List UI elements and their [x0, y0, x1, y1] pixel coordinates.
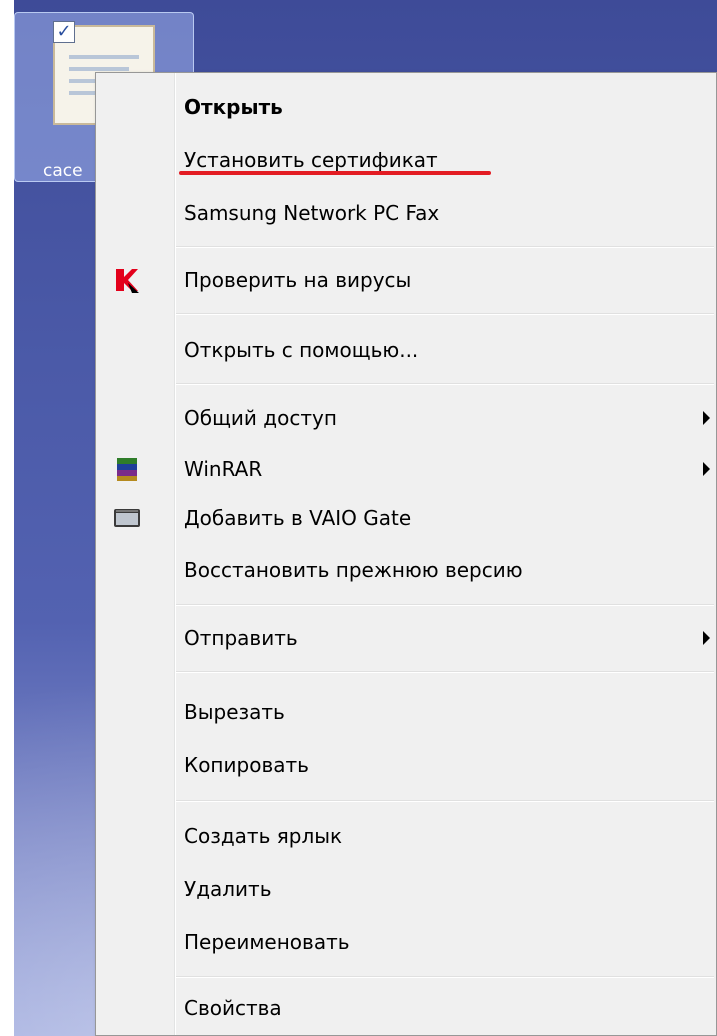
menu-item-cut[interactable]: Вырезать	[96, 690, 716, 734]
menu-item-restore-previous[interactable]: Восстановить прежнюю версию	[96, 548, 716, 592]
menu-item-install-certificate[interactable]: Установить сертификат	[96, 138, 716, 182]
menu-item-rename[interactable]: Переименовать	[96, 920, 716, 964]
context-menu: Открыть Установить сертификат Samsung Ne…	[95, 72, 717, 1036]
menu-item-label: Проверить на вирусы	[184, 268, 412, 292]
select-checkbox[interactable]: ✓	[53, 21, 75, 43]
menu-separator	[176, 976, 714, 978]
menu-item-label: Восстановить прежнюю версию	[184, 558, 523, 582]
menu-item-label: Удалить	[184, 877, 272, 901]
menu-separator	[176, 246, 714, 248]
winrar-icon	[117, 458, 137, 481]
menu-item-label: Копировать	[184, 753, 309, 777]
menu-item-winrar[interactable]: WinRAR	[96, 447, 716, 491]
vaio-gate-icon	[114, 509, 140, 527]
file-name-label: cace	[43, 161, 83, 181]
menu-item-open-with[interactable]: Открыть с помощью...	[96, 328, 716, 372]
menu-item-label: Создать ярлык	[184, 824, 343, 848]
menu-separator	[176, 383, 714, 385]
submenu-arrow-icon	[703, 462, 710, 476]
menu-item-send-to[interactable]: Отправить	[96, 616, 716, 660]
submenu-arrow-icon	[703, 631, 710, 645]
menu-item-label: WinRAR	[184, 457, 263, 481]
red-underline-annotation	[179, 171, 491, 175]
submenu-arrow-icon	[703, 411, 710, 425]
menu-separator	[176, 313, 714, 315]
menu-item-label: Свойства	[184, 996, 282, 1020]
menu-item-label: Переименовать	[184, 930, 350, 954]
menu-item-label: Samsung Network PC Fax	[184, 201, 440, 225]
menu-item-label: Добавить в VAIO Gate	[184, 506, 412, 530]
menu-item-label: Установить сертификат	[184, 148, 438, 172]
menu-item-label: Общий доступ	[184, 406, 337, 430]
desktop: ✓ cace Открыть Установить сертификат Sam…	[0, 0, 717, 1036]
kaspersky-icon	[116, 269, 139, 293]
menu-item-sharing[interactable]: Общий доступ	[96, 396, 716, 440]
menu-separator	[176, 800, 714, 802]
menu-item-open[interactable]: Открыть	[96, 85, 716, 129]
menu-item-label: Открыть с помощью...	[184, 338, 419, 362]
menu-separator	[176, 671, 714, 673]
menu-item-copy[interactable]: Копировать	[96, 743, 716, 787]
menu-item-label: Отправить	[184, 626, 298, 650]
menu-item-label: Открыть	[184, 95, 283, 119]
menu-item-add-vaio-gate[interactable]: Добавить в VAIO Gate	[96, 496, 716, 540]
menu-separator	[176, 604, 714, 606]
menu-item-create-shortcut[interactable]: Создать ярлык	[96, 814, 716, 858]
menu-item-scan-virus[interactable]: Проверить на вирусы	[96, 258, 716, 302]
menu-item-samsung-fax[interactable]: Samsung Network PC Fax	[96, 191, 716, 235]
menu-item-delete[interactable]: Удалить	[96, 867, 716, 911]
menu-item-properties[interactable]: Свойства	[96, 986, 716, 1030]
menu-item-label: Вырезать	[184, 700, 285, 724]
